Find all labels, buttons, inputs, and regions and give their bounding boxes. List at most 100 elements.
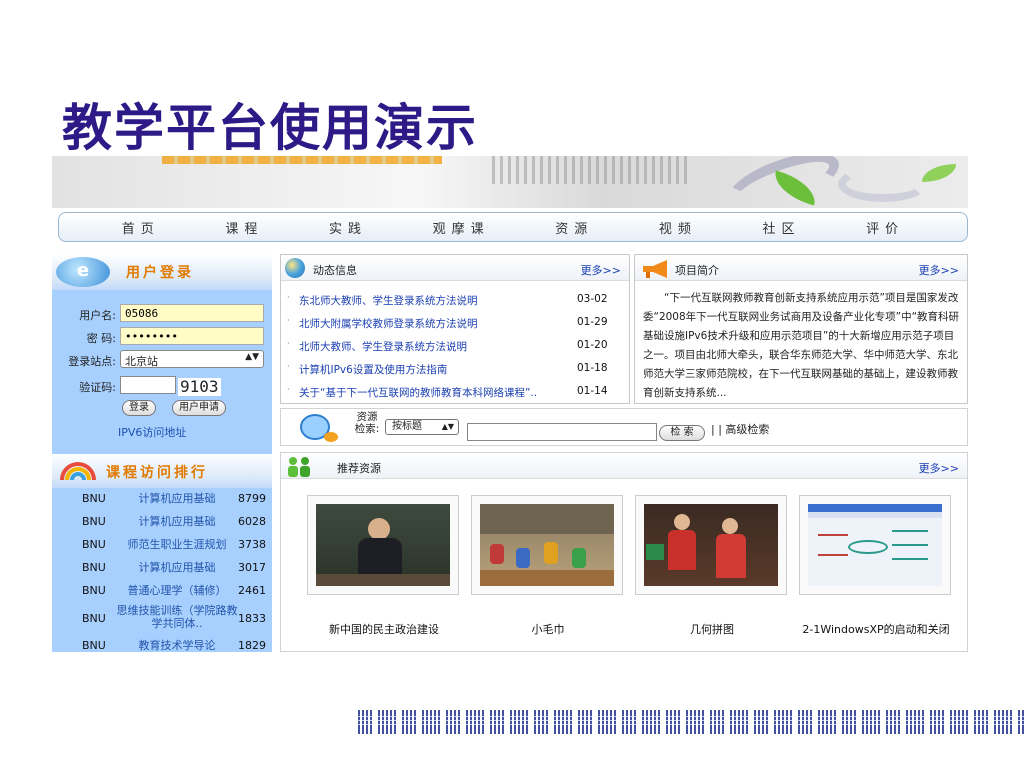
news-link[interactable]: 北师大教师、学生登录系统方法说明 [299,339,565,354]
select-arrows-icon: ▲▼ [441,422,454,431]
resource-caption-link[interactable]: 几何拼图 [627,621,797,637]
resource-thumbnail[interactable] [635,495,787,595]
username-input[interactable]: 05086 [120,304,264,322]
recommend-header: 推荐资源 更多>> [281,453,967,479]
resource-thumbnail[interactable] [799,495,951,595]
main-nav: 首页 课程 实践 观摩课 资源 视频 社区 评价 [58,212,968,242]
bullet-icon: · [287,362,290,371]
news-header: 动态信息 更多>> [281,255,629,281]
nav-video[interactable]: 视频 [659,218,697,237]
rank-org: BNU [82,492,106,505]
rank-course-link[interactable]: 思维技能训练（学院路教学共同体.. [116,604,238,630]
password-input[interactable]: •••••••• [120,327,264,345]
list-item[interactable]: · 北师大附属学校教师登录系统方法说明 01-29 [281,312,631,335]
rank-count: 3738 [238,538,266,551]
rank-org: BNU [82,515,106,528]
news-link[interactable]: 东北师大教师、学生登录系统方法说明 [299,293,565,308]
globe-icon [285,258,305,278]
bullet-icon: · [287,339,290,348]
resource-caption-link[interactable]: 新中国的民主政治建设 [299,621,469,637]
nav-courses[interactable]: 课程 [225,218,263,237]
resource-caption-link[interactable]: 2-1WindowsXP的启动和关闭 [791,621,961,637]
nav-home[interactable]: 首页 [122,218,160,237]
list-item[interactable]: · 北师大教师、学生登录系统方法说明 01-20 [281,335,631,358]
search-button[interactable]: 检 索 [659,425,705,441]
swirl-decoration [838,166,928,202]
rainbow-icon [60,462,96,481]
site-banner [52,156,968,208]
news-link[interactable]: 计算机IPv6设置及使用方法指南 [299,362,565,377]
footer-decoration [356,716,1024,728]
leaf-icon [922,164,956,182]
resource-caption-link[interactable]: 小毛巾 [463,621,633,637]
news-title: 动态信息 [313,264,357,277]
login-title: 用户登录 [126,265,194,281]
search-type-value: 按标题 [392,421,422,432]
resource-thumbnail[interactable] [307,495,459,595]
ranking-panel-header: 课程访问排行 [52,454,272,488]
search-type-select[interactable]: 按标题 ▲▼ [385,419,459,435]
ranking-list: BNU 计算机应用基础 8799 BNU 计算机应用基础 6028 BNU 师范… [52,488,272,652]
slide-title: 教学平台使用演示 [62,98,478,157]
rank-count: 1833 [238,612,266,625]
rank-org: BNU [82,612,106,625]
rank-count: 6028 [238,515,266,528]
intro-panel: 项目简介 更多>> “下一代互联网教师教育创新支持系统应用示范”项目是国家发改委… [634,254,968,404]
news-date: 01-14 [577,385,608,397]
resource-thumbnail[interactable] [471,495,623,595]
rank-count: 3017 [238,561,266,574]
site-select-value: 北京站 [125,355,158,368]
intro-more-link[interactable]: 更多>> [919,262,959,278]
table-row[interactable]: BNU 计算机应用基础 3017 [52,557,272,580]
news-link[interactable]: 北师大附属学校教师登录系统方法说明 [299,316,565,331]
bullet-icon: · [287,316,290,325]
recommend-more-link[interactable]: 更多>> [919,460,959,476]
captcha-input[interactable] [120,376,176,394]
nav-resources[interactable]: 资源 [555,218,593,237]
rank-course-link[interactable]: 计算机应用基础 [116,515,238,528]
captcha-label: 验证码: [79,381,116,394]
table-row[interactable]: BNU 教育技术学导论 1829 [52,635,272,652]
recommend-title: 推荐资源 [337,462,381,475]
search-label: 资源检索: [354,411,380,435]
username-label: 用户名: [79,309,116,322]
nav-evaluation[interactable]: 评价 [866,218,904,237]
nav-observation[interactable]: 观摩课 [433,218,490,237]
nav-community[interactable]: 社区 [763,218,801,237]
site-select[interactable]: 北京站 ▲▼ [120,350,264,368]
table-row[interactable]: BNU 思维技能训练（学院路教学共同体.. 1833 [52,603,272,635]
intro-title: 项目简介 [675,264,719,277]
list-item[interactable]: · 计算机IPv6设置及使用方法指南 01-18 [281,358,631,381]
rank-course-link[interactable]: 师范生职业生涯规划 [116,538,238,551]
login-button[interactable]: 登录 [122,400,156,416]
search-input[interactable] [467,423,657,441]
advanced-search-link[interactable]: | | 高级检索 [711,421,769,437]
e-logo-icon: e [56,257,110,287]
list-item[interactable]: · 关于“基于下一代互联网的教师教育本科网络课程”.. 01-14 [281,381,631,404]
rank-course-link[interactable]: 教育技术学导论 [116,639,238,652]
news-date: 01-29 [577,316,608,328]
list-item[interactable]: · 东北师大教师、学生登录系统方法说明 03-02 [281,289,631,312]
rank-course-link[interactable]: 普通心理学（辅修） [116,584,238,597]
table-row[interactable]: BNU 计算机应用基础 8799 [52,488,272,511]
rank-org: BNU [82,584,106,597]
table-row[interactable]: BNU 计算机应用基础 6028 [52,511,272,534]
rank-org: BNU [82,561,106,574]
table-row[interactable]: BNU 普通心理学（辅修） 2461 [52,580,272,603]
intro-text: “下一代互联网教师教育创新支持系统应用示范”项目是国家发改委“2008年下一代互… [643,292,960,399]
news-date: 01-20 [577,339,608,351]
news-date: 01-18 [577,362,608,374]
news-more-link[interactable]: 更多>> [581,262,621,278]
ipv6-link[interactable]: IPV6访问地址 [118,424,186,440]
classroom-video-image [480,504,614,586]
rank-course-link[interactable]: 计算机应用基础 [116,561,238,574]
people-icon [288,457,310,477]
nav-practice[interactable]: 实践 [329,218,367,237]
search-bar: 资源检索: 按标题 ▲▼ 检 索 | | 高级检索 [280,408,968,446]
left-sidebar: e 用户登录 用户名: 05086 密 码: •••••••• 登录站点: 北京… [52,254,272,652]
table-row[interactable]: BNU 师范生职业生涯规划 3738 [52,534,272,557]
banner-decoration [492,156,692,184]
register-button[interactable]: 用户申请 [172,400,226,416]
rank-course-link[interactable]: 计算机应用基础 [116,492,238,505]
news-link[interactable]: 关于“基于下一代互联网的教师教育本科网络课程”.. [299,385,565,400]
